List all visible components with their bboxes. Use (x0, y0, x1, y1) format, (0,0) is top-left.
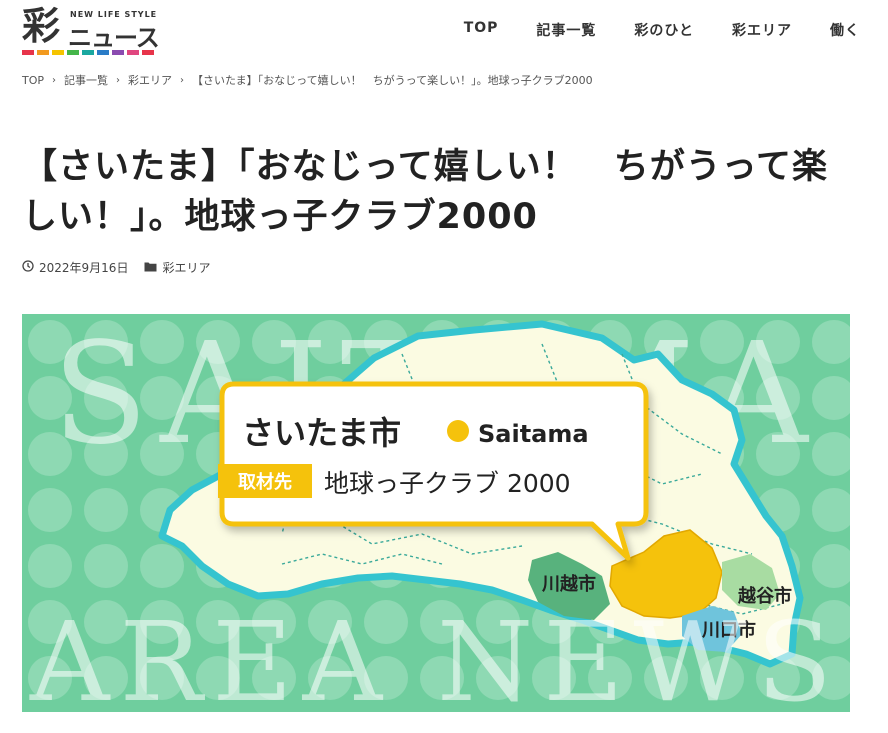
nav-item-area[interactable]: 彩エリア (732, 20, 792, 40)
chevron-right-icon: › (116, 74, 121, 86)
breadcrumb-articles[interactable]: 記事一覧 (64, 72, 108, 88)
callout-city-en: Saitama (478, 420, 589, 448)
clock-icon (22, 260, 34, 275)
breadcrumb-top[interactable]: TOP (22, 74, 44, 87)
logo-color-segment (82, 50, 94, 55)
site-header: 彩 NEW LIFE STYLE ニュース TOP 記事一覧 彩のひと 彩エリア… (0, 0, 888, 64)
logo-text: ニュース (68, 24, 160, 52)
chevron-right-icon: › (180, 74, 185, 86)
nav-item-work[interactable]: 働く (830, 20, 860, 40)
chevron-right-icon: › (52, 74, 57, 86)
publish-date: 2022年9月16日 (39, 261, 129, 275)
kawagoe-label: 川越市 (541, 573, 596, 595)
logo-color-segment (112, 50, 124, 55)
logo-color-segment (97, 50, 109, 55)
logo-color-segment (142, 50, 154, 55)
nav-item-articles[interactable]: 記事一覧 (536, 20, 596, 40)
nav-item-people[interactable]: 彩のひと (634, 20, 694, 40)
callout-place: 地球っ子クラブ 2000 (324, 469, 571, 498)
folder-icon (144, 261, 157, 275)
logo-color-segment (52, 50, 64, 55)
nav-item-top[interactable]: TOP (464, 20, 499, 40)
article-meta: 2022年9月16日 彩エリア (22, 259, 210, 276)
breadcrumb-area[interactable]: 彩エリア (128, 72, 172, 88)
callout-badge: 取材先 (238, 471, 292, 493)
breadcrumb-current: 【さいたま】「おなじって嬉しい！ ちがうって楽しい！」。地球っ子クラブ2000 (192, 74, 593, 87)
logo-color-segment (127, 50, 139, 55)
area-map-illustration: SAITAMA 川越市 越谷市 川口市 AREA NEWS さいたま市 Sait… (22, 314, 850, 712)
callout-city-jp: さいたま市 (242, 414, 401, 452)
yellow-dot-icon (447, 420, 469, 442)
hero-image: SAITAMA 川越市 越谷市 川口市 AREA NEWS さいたま市 Sait… (22, 314, 850, 712)
bg-word-bottom: AREA NEWS (29, 598, 842, 712)
category-link[interactable]: 彩エリア (144, 259, 210, 276)
logo-color-segment (37, 50, 49, 55)
category-label: 彩エリア (162, 261, 211, 275)
site-logo[interactable]: 彩 NEW LIFE STYLE ニュース (22, 4, 160, 56)
logo-kanji: 彩 (22, 4, 61, 48)
main-nav: TOP 記事一覧 彩のひと 彩エリア 働く (426, 20, 860, 40)
logo-color-segment (67, 50, 79, 55)
logo-color-segment (22, 50, 34, 55)
breadcrumb: TOP › 記事一覧 › 彩エリア › 【さいたま】「おなじって嬉しい！ ちがう… (22, 72, 593, 88)
page-title: 【さいたま】「おなじって嬉しい！ ちがうって楽しい！」。地球っ子クラブ2000 (22, 147, 828, 237)
logo-color-bar (22, 50, 154, 55)
